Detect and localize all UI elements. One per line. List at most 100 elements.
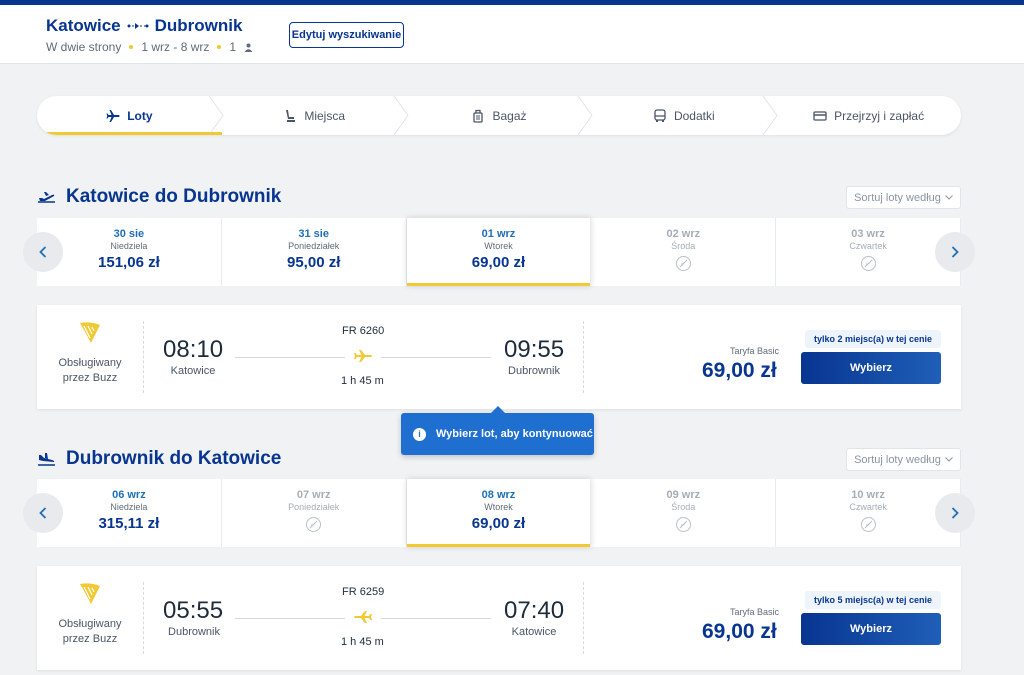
no-flight-icon [860,517,876,532]
plane-icon [106,109,120,122]
flight-duration: 1 h 45 m [341,636,384,648]
date-option-selected[interactable]: 01 wrz Wtorek 69,00 zł [406,218,592,286]
chevron-right-icon [951,246,959,258]
destination: Dubrownik [154,16,243,35]
route-line [381,618,491,619]
inbound-flight-card[interactable]: Obsługiwany przez Buzz 05:55 Dubrownik F… [37,566,961,670]
date-label: 01 wrz [481,228,516,240]
flight-number: FR 6259 [342,586,385,598]
separator-dot [217,45,222,49]
edit-search-button[interactable]: Edytuj wyszukiwanie [289,22,404,48]
outbound-flight-card[interactable]: Obsługiwany przez Buzz 08:10 Katowice FR… [37,305,961,409]
chevron-down-icon [945,457,953,462]
step-flights[interactable]: Loty [37,96,224,135]
arrival-time: 07:40 [504,597,565,624]
weekday-label: Środa [671,502,696,512]
divider [583,582,584,654]
sort-dropdown[interactable]: Sortuj loty według [846,448,961,471]
weekday-label: Czwartek [849,241,887,251]
outbound-date-carousel: 30 sie Niedziela 151,06 zł 31 sie Ponied… [23,218,975,286]
trip-type: W dwie strony [46,40,122,54]
route-line [381,357,491,358]
prev-dates-button[interactable] [23,232,63,272]
route-line [235,357,345,358]
date-label: 30 sie [113,228,145,240]
trip-dates: 1 wrz - 8 wrz [141,40,210,54]
date-option[interactable]: 06 wrz Niedziela 315,11 zł [37,479,222,547]
date-option-unavailable: 10 wrz Czwartek [776,479,961,547]
step-label: Loty [127,108,153,123]
chevron-right-icon [951,507,959,519]
weekday-label: Wtorek [484,502,513,512]
date-label: 06 wrz [112,489,146,501]
date-option-unavailable: 07 wrz Poniedziałek [222,479,407,547]
departure-time: 05:55 [163,597,224,624]
operator-line1: Obsługiwany [58,618,122,630]
date-option[interactable]: 30 sie Niedziela 151,06 zł [37,218,222,286]
step-label: Bagaż [492,108,527,123]
header: Katowice Dubrownik W dwie strony 1 wrz -… [0,5,1024,64]
departure-time: 08:10 [163,336,224,363]
seats-left-badge: tylko 2 miejsc(a) w tej cenie [805,330,941,348]
date-price: 151,06 zł [98,254,160,271]
seat-icon [286,109,296,122]
date-option-selected[interactable]: 08 wrz Wtorek 69,00 zł [406,479,592,547]
no-flight-icon [860,256,876,271]
route-line [235,618,345,619]
prev-dates-button[interactable] [23,493,63,533]
step-extras[interactable]: Dodatki [591,96,778,135]
sort-dropdown[interactable]: Sortuj loty według [846,186,961,209]
seats-left-badge: tylko 5 miejsc(a) w tej cenie [805,591,941,609]
divider [143,582,144,654]
next-dates-button[interactable] [935,493,975,533]
date-option-unavailable: 09 wrz Środa [591,479,777,547]
date-option-unavailable: 03 wrz Czwartek [776,218,961,286]
inbound-title: Dubrownik do Katowice [37,448,281,470]
weekday-label: Wtorek [484,241,513,251]
no-flight-icon [306,517,322,532]
no-flight-icon [675,256,691,271]
operator-line1: Obsługiwany [58,357,122,369]
arrival-plane-icon [38,453,55,466]
outbound-title-text: Katowice do Dubrownik [66,186,282,207]
step-luggage[interactable]: Bagaż [407,96,594,135]
select-flight-button[interactable]: Wybierz [801,352,941,384]
step-label: Miejsca [304,108,346,123]
date-label: 03 wrz [851,228,885,240]
date-option[interactable]: 31 sie Poniedziałek 95,00 zł [222,218,407,286]
outbound-title: Katowice do Dubrownik [37,186,281,208]
select-flight-button[interactable]: Wybierz [801,613,941,645]
weekday-label: Poniedziałek [288,241,340,251]
bus-icon [654,108,666,122]
chevron-left-icon [39,246,47,258]
booking-steps: Loty Miejsca Bagaż Dodatki Przejrzyj i z… [37,96,961,135]
inbound-date-carousel: 06 wrz Niedziela 315,11 zł 07 wrz Ponied… [23,479,975,547]
separator-dot [129,45,134,49]
step-seats[interactable]: Miejsca [222,96,409,135]
departure-city: Dubrownik [168,626,220,638]
departure-plane-icon [38,192,55,203]
next-dates-button[interactable] [935,232,975,272]
arrival-city: Dubrownik [508,365,560,377]
date-option-unavailable: 02 wrz Środa [591,218,777,286]
step-review-pay[interactable]: Przejrzyj i zapłać [776,96,961,135]
date-label: 07 wrz [296,489,331,501]
date-price: 69,00 zł [471,254,526,271]
harp-logo-icon [80,583,100,604]
plane-left-icon [354,611,372,623]
sort-label: Sortuj loty według [854,191,941,204]
date-label: 02 wrz [666,228,701,240]
weekday-label: Niedziela [110,241,148,251]
plane-right-icon [354,350,372,362]
inbound-title-text: Dubrownik do Katowice [66,448,282,469]
sort-label: Sortuj loty według [854,453,941,466]
fare-price: 69,00 zł [702,620,777,643]
weekday-label: Poniedziałek [288,502,340,512]
passenger-count: 1 [229,40,237,54]
fare-label: Taryfa Basic [730,346,780,356]
weekday-label: Niedziela [110,502,148,512]
divider [143,321,144,393]
roundtrip-icon [127,21,149,31]
date-price: 95,00 zł [287,254,341,271]
operator-line2: przez Buzz [62,633,118,645]
